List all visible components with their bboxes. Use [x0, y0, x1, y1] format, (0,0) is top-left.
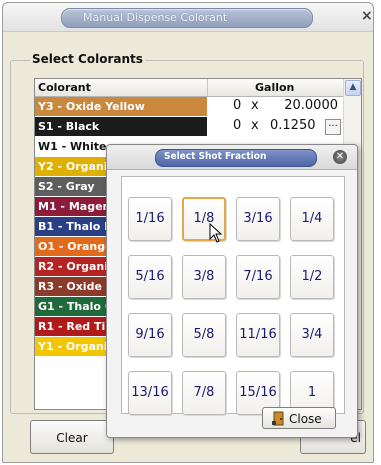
fraction-button[interactable]: 5/16 [128, 255, 172, 299]
table-header: Colorant Gallon [35, 79, 361, 97]
colorant-header[interactable]: Colorant [38, 81, 91, 94]
fraction-button[interactable]: 11/16 [236, 313, 280, 357]
gallon-header[interactable]: Gallon [255, 81, 294, 94]
title-bar[interactable]: Manual Dispense Colorant × [3, 3, 373, 32]
fraction-button[interactable]: 13/16 [128, 371, 172, 415]
fraction-button[interactable]: 1/16 [128, 197, 172, 241]
fraction-button[interactable]: 9/16 [128, 313, 172, 357]
close-button[interactable]: Close [262, 407, 336, 429]
fraction-button[interactable]: 3/8 [182, 255, 226, 299]
fraction-button[interactable]: 7/16 [236, 255, 280, 299]
fraction-picker-button[interactable]: ... [325, 119, 341, 135]
door-exit-icon [271, 411, 285, 426]
fraction-button[interactable]: 5/8 [182, 313, 226, 357]
popup-title-bar[interactable]: Select Shot Fraction ✕ [107, 145, 357, 170]
window-close-icon[interactable]: × [361, 7, 375, 25]
multiply-sign: x [251, 98, 259, 113]
window-title: Manual Dispense Colorant [83, 11, 228, 24]
fraction-button[interactable]: 3/16 [236, 197, 280, 241]
mouse-cursor-icon [209, 223, 223, 243]
quantity-value[interactable]: 0 [233, 118, 241, 133]
close-button-label: Close [289, 412, 322, 426]
colorant-name: S1 - Black [35, 117, 207, 136]
colorant-name: Y3 - Oxide Yellow [35, 97, 207, 116]
amount-value[interactable]: 20.0000 [266, 98, 338, 113]
popup-title: Select Shot Fraction [164, 151, 267, 162]
table-row[interactable]: S1 - Black 0 x 0.1250... [35, 117, 344, 137]
multiply-sign: x [251, 118, 259, 133]
fraction-button[interactable]: 7/8 [182, 371, 226, 415]
group-label: Select Colorants [30, 52, 145, 66]
fraction-button[interactable]: 1/4 [290, 197, 334, 241]
fraction-grid: 1/16 1/8 3/16 1/4 5/16 3/8 7/16 1/2 9/16 5/8 11/16… [121, 176, 345, 415]
table-row[interactable]: Y3 - Oxide Yellow 0 x 20.0000 [35, 97, 344, 117]
shot-fraction-popup: Select Shot Fraction ✕ 1/16 1/8 3/16 1/4 5/1… [106, 144, 358, 438]
gallon-cell[interactable]: 0 x 0.1250... [208, 117, 344, 136]
clear-button[interactable]: Clear [30, 420, 114, 454]
gallon-cell[interactable]: 0 x 20.0000 [208, 97, 344, 116]
close-icon[interactable]: ✕ [333, 150, 347, 164]
header-separator [207, 79, 208, 96]
quantity-value[interactable]: 0 [233, 98, 241, 113]
fraction-button[interactable]: 1/2 [290, 255, 334, 299]
fraction-button[interactable]: 3/4 [290, 313, 334, 357]
chevron-up-icon[interactable]: ▲ [345, 80, 361, 96]
